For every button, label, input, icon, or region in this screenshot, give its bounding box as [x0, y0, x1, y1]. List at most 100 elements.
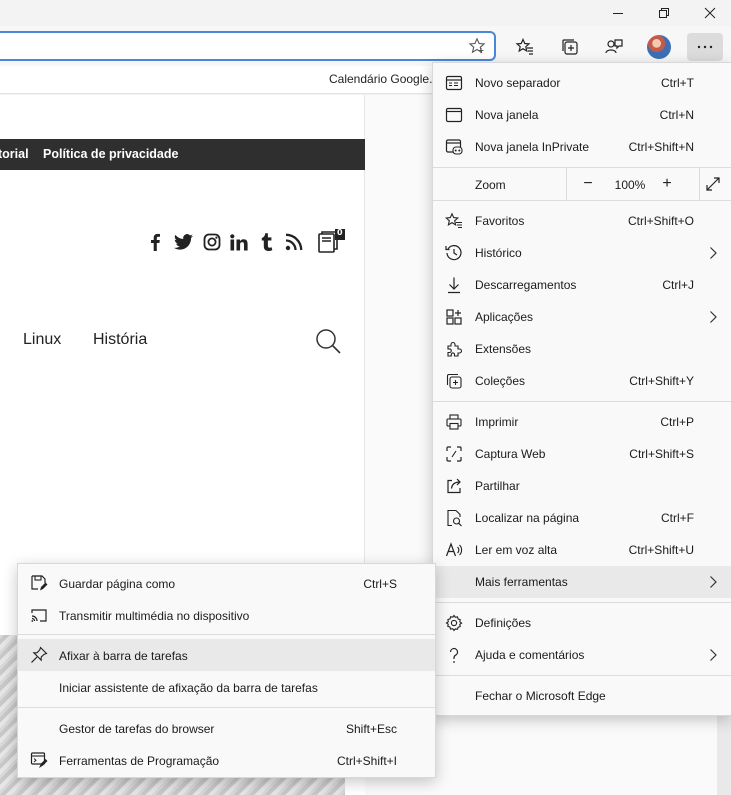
- chevron-right-icon: [710, 247, 717, 259]
- menu-item-new-tab[interactable]: Novo separador Ctrl+T: [433, 67, 731, 99]
- address-bar[interactable]: [0, 31, 496, 61]
- top-link-tutorial[interactable]: torial: [0, 147, 29, 161]
- close-window-button[interactable]: [687, 0, 731, 26]
- settings-icon: [445, 614, 463, 632]
- search-icon[interactable]: [314, 327, 342, 355]
- new-tab-icon: [445, 75, 463, 91]
- menu-item-share[interactable]: Partilhar: [433, 470, 731, 502]
- fullscreen-icon: [706, 177, 720, 191]
- menu-item-history[interactable]: Histórico: [433, 237, 731, 269]
- menu-item-label: Nova janela InPrivate: [475, 140, 590, 154]
- menu-item-settings[interactable]: Definições: [433, 607, 731, 639]
- menu-item-shortcut: Ctrl+Shift+S: [629, 447, 694, 461]
- menu-separator: [433, 401, 731, 402]
- nav-link-linux[interactable]: Linux: [23, 331, 61, 349]
- zoom-in-button[interactable]: +: [657, 174, 677, 194]
- submenu-item-label: Ferramentas de Programação: [59, 754, 220, 768]
- menu-item-shortcut: Ctrl+N: [659, 108, 694, 122]
- zoom-row: Zoom − 100% +: [433, 168, 731, 200]
- submenu-item-label: Transmitir multimédia no dispositivo: [59, 609, 250, 623]
- menu-item-label: Coleções: [475, 374, 526, 388]
- submenu-item-label: Afixar à barra de tarefas: [59, 649, 188, 663]
- menu-item-help-and-feedback[interactable]: Ajuda e comentários: [433, 639, 731, 671]
- zoom-out-button[interactable]: −: [578, 174, 598, 194]
- menu-item-label: Aplicações: [475, 310, 534, 324]
- submenu-item-developer-tools[interactable]: Ferramentas de Programação Ctrl+Shift+I: [18, 744, 435, 776]
- site-header: torial Política de privacidade 0 Linux H…: [0, 95, 365, 565]
- avatar: [647, 35, 671, 59]
- menu-item-new-inprivate-window[interactable]: Nova janela InPrivate Ctrl+Shift+N: [433, 131, 731, 163]
- menu-item-close-edge[interactable]: Fechar o Microsoft Edge: [433, 680, 731, 712]
- tumblr-icon[interactable]: [259, 231, 275, 253]
- menu-item-apps[interactable]: Aplicações: [433, 301, 731, 333]
- browser-toolbar: [0, 26, 731, 66]
- cart-badge: 0: [337, 228, 343, 237]
- menu-item-label: Mais ferramentas: [475, 575, 568, 589]
- submenu-item-shortcut: Ctrl+S: [363, 577, 397, 591]
- collections-icon: [562, 39, 578, 55]
- zoom-value: 100%: [614, 178, 646, 192]
- add-favorite-star-icon[interactable]: [468, 37, 486, 55]
- settings-and-more-button[interactable]: [687, 33, 723, 61]
- menu-item-label: Extensões: [475, 342, 532, 356]
- apps-icon: [446, 309, 462, 325]
- menu-item-read-aloud[interactable]: Ler em voz alta Ctrl+Shift+U: [433, 534, 731, 566]
- feedback-button[interactable]: [600, 33, 628, 61]
- menu-item-web-capture[interactable]: Captura Web Ctrl+Shift+S: [433, 438, 731, 470]
- facebook-icon[interactable]: [146, 231, 164, 253]
- submenu-item-save-page-as[interactable]: Guardar página como Ctrl+S: [18, 567, 435, 599]
- submenu-item-shortcut: Ctrl+Shift+I: [336, 754, 397, 768]
- submenu-item-pin-to-taskbar[interactable]: Afixar à barra de tarefas: [18, 639, 435, 671]
- menu-item-label: Ajuda e comentários: [475, 648, 585, 662]
- chevron-right-icon: [710, 649, 717, 661]
- new-window-icon: [445, 107, 463, 123]
- instagram-icon[interactable]: [202, 231, 222, 253]
- menu-item-extensions[interactable]: Extensões: [433, 333, 731, 365]
- top-link-privacy[interactable]: Política de privacidade: [43, 147, 178, 161]
- submenu-item-pin-wizard[interactable]: Iniciar assistente de afixação da barra …: [18, 671, 435, 703]
- save-page-icon: [31, 575, 48, 591]
- profile-button[interactable]: [645, 33, 673, 61]
- chevron-right-icon: [710, 576, 717, 588]
- menu-item-collections[interactable]: Coleções Ctrl+Shift+Y: [433, 365, 731, 397]
- zoom-controls: − 100% +: [566, 168, 731, 200]
- menu-item-label: Novo separador: [475, 76, 561, 90]
- menu-item-print[interactable]: Imprimir Ctrl+P: [433, 406, 731, 438]
- read-aloud-icon: [445, 542, 463, 557]
- nav-link-historia[interactable]: História: [93, 331, 147, 349]
- collections-button[interactable]: [556, 33, 584, 61]
- minimize-button[interactable]: [595, 0, 641, 26]
- menu-item-favorites[interactable]: Favoritos Ctrl+Shift+O: [433, 205, 731, 237]
- submenu-item-cast-media[interactable]: Transmitir multimédia no dispositivo: [18, 599, 435, 631]
- extensions-icon: [447, 341, 463, 357]
- submenu-item-task-manager[interactable]: Gestor de tarefas do browser Shift+Esc: [18, 712, 435, 744]
- menu-item-new-window[interactable]: Nova janela Ctrl+N: [433, 99, 731, 131]
- menu-item-more-tools[interactable]: Mais ferramentas: [433, 566, 731, 598]
- submenu-item-label: Iniciar assistente de afixação da barra …: [59, 681, 318, 695]
- menu-item-shortcut: Ctrl+Shift+Y: [629, 374, 694, 388]
- restore-button[interactable]: [641, 0, 687, 26]
- devtools-icon: [30, 752, 48, 768]
- favorite-link[interactable]: Calendário Google...: [329, 72, 439, 86]
- minimize-icon: [613, 13, 623, 14]
- scrollbar-track[interactable]: [717, 715, 731, 795]
- menu-separator: [433, 602, 731, 603]
- find-icon: [447, 509, 462, 527]
- menu-item-find-on-page[interactable]: Localizar na página Ctrl+F: [433, 502, 731, 534]
- menu-item-downloads[interactable]: Descarregamentos Ctrl+J: [433, 269, 731, 301]
- chevron-right-icon: [710, 311, 717, 323]
- fullscreen-button[interactable]: [703, 174, 723, 194]
- submenu-separator: [18, 707, 435, 708]
- restore-icon: [659, 8, 669, 18]
- cast-icon: [31, 609, 47, 622]
- close-icon: [704, 7, 716, 19]
- rss-icon[interactable]: [284, 231, 304, 253]
- menu-item-label: Partilhar: [475, 479, 520, 493]
- cart-icon[interactable]: 0: [316, 228, 346, 255]
- menu-separator: [433, 675, 731, 676]
- menu-item-shortcut: Ctrl+Shift+O: [627, 214, 694, 228]
- linkedin-icon[interactable]: [229, 231, 249, 253]
- twitter-icon[interactable]: [173, 231, 193, 253]
- collections-icon: [446, 373, 462, 389]
- favorites-button[interactable]: [511, 33, 539, 61]
